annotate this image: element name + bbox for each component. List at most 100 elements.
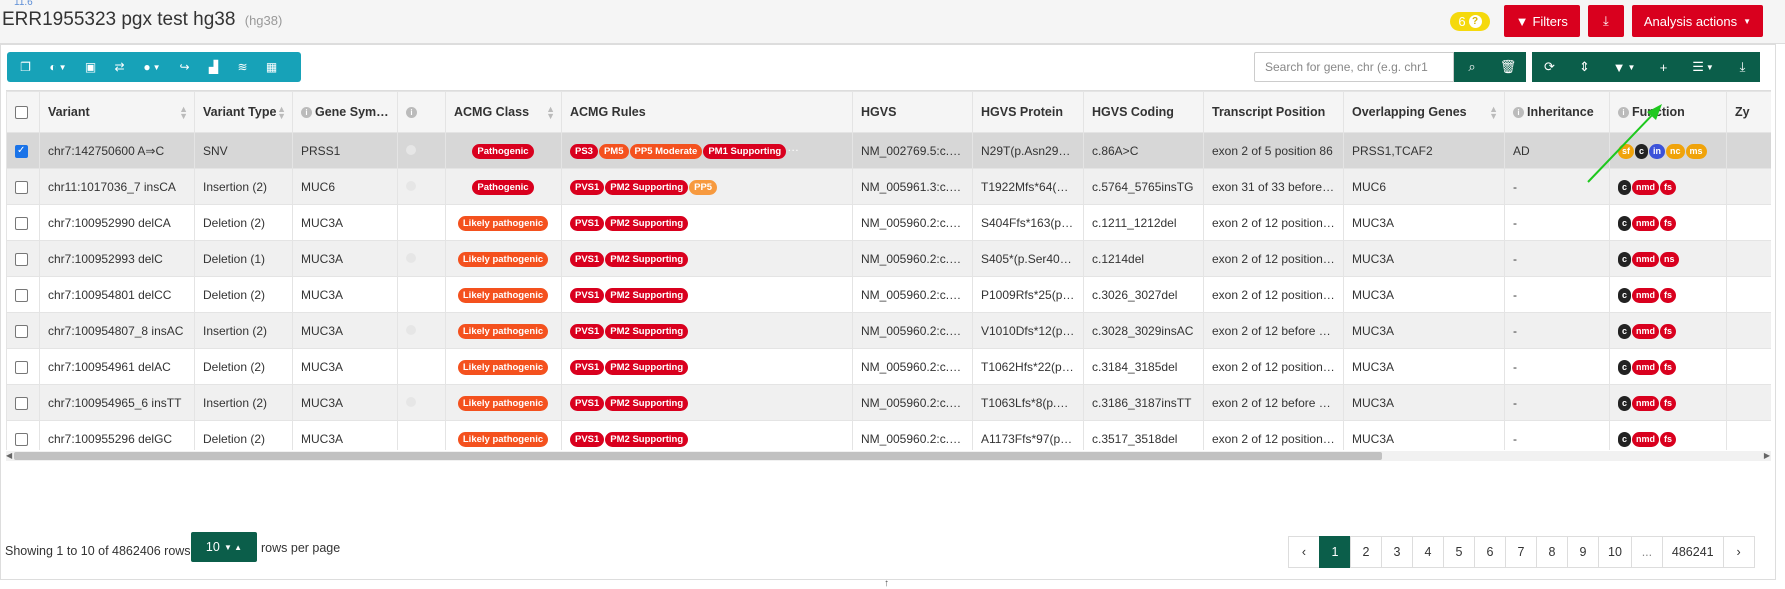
analysis-actions-button[interactable]: Analysis actions ▼	[1631, 5, 1763, 37]
col-inheritance[interactable]: i Inheritance	[1504, 91, 1610, 133]
download-button[interactable]: ⤓	[1587, 5, 1624, 37]
page-button[interactable]: 1	[1319, 536, 1351, 568]
page-button[interactable]: 7	[1505, 536, 1537, 568]
row-checkbox[interactable]	[15, 252, 28, 266]
rows-per-page-label: rows per page	[261, 541, 341, 555]
resize-handle-icon[interactable]: ↑	[884, 578, 889, 589]
select-all-cell[interactable]	[6, 91, 40, 133]
col-gene-symbol[interactable]: i Gene Symbol	[292, 91, 398, 133]
col-variant-type[interactable]: Variant Type ▲ ▼	[194, 91, 293, 133]
scroll-right-icon[interactable]: ▶	[1764, 451, 1770, 460]
col-transcript-position[interactable]: Transcript Position	[1203, 91, 1344, 133]
search-button[interactable]: ⌕	[1454, 52, 1490, 82]
row-checkbox[interactable]	[15, 288, 28, 302]
col-variant[interactable]: Variant ▲ ▼	[39, 91, 195, 133]
col-hgvs-coding[interactable]: HGVS Coding	[1083, 91, 1204, 133]
transcript-position-cell: exon 2 of 12 before position	[1203, 312, 1344, 349]
overlapping-genes-cell: MUC3A	[1343, 348, 1505, 385]
column-filter-button[interactable]: ▼ ▼	[1602, 52, 1646, 82]
gene-symbol-cell: PRSS1	[292, 132, 398, 169]
acmg-rule-badge: PVS1	[570, 179, 605, 195]
share-icon[interactable]: ↪	[170, 52, 199, 82]
info-cell	[397, 384, 446, 421]
row-select-cell[interactable]	[6, 276, 40, 313]
row-checkbox[interactable]	[15, 324, 28, 338]
db-icon[interactable]: ▣	[76, 52, 105, 82]
col-function[interactable]: i Function	[1609, 91, 1727, 133]
col-zygosity[interactable]: Zy	[1726, 91, 1771, 133]
row-select-cell[interactable]	[6, 312, 40, 349]
select-all-checkbox[interactable]	[15, 106, 28, 120]
row-select-cell[interactable]	[6, 204, 40, 241]
grid-icon[interactable]: ▦	[257, 52, 286, 82]
search-input[interactable]	[1254, 52, 1454, 82]
row-checkbox[interactable]	[15, 432, 28, 446]
page-title: ERR1955323 pgx test hg38 (hg38)	[2, 9, 282, 31]
table-row[interactable]: chr7:100954965_6 insTT Insertion (2) MUC3A…	[6, 384, 1771, 421]
table-row[interactable]: chr7:100955296 delGC Deletion (2) MUC3A Lik…	[6, 420, 1771, 450]
page-button[interactable]: 486241	[1661, 536, 1724, 568]
function-cell: c nmd fs	[1609, 384, 1727, 421]
scrollbar-thumb[interactable]	[14, 452, 1382, 460]
page-button[interactable]: 2	[1350, 536, 1382, 568]
table-row[interactable]: chr7:100954961 delAC Deletion (2) MUC3A Lik…	[6, 348, 1771, 385]
table-row[interactable]: chr7:100954807_8 insAC Insertion (2) MUC3A…	[6, 312, 1771, 349]
table-row[interactable]: chr7:100954801 delCC Deletion (2) MUC3A Lik…	[6, 276, 1771, 313]
caret-down-icon: ▼ ▲	[221, 542, 243, 552]
horizontal-scrollbar[interactable]: ◀ ▶	[6, 451, 1771, 461]
row-checkbox[interactable]	[15, 360, 28, 374]
filters-button[interactable]: ▼ Filters	[1503, 5, 1580, 37]
page-button[interactable]: 5	[1443, 536, 1475, 568]
row-checkbox[interactable]	[15, 216, 28, 230]
row-checkbox[interactable]	[15, 180, 28, 194]
row-select-cell[interactable]	[6, 240, 40, 277]
next-page-button[interactable]: ›	[1722, 536, 1755, 568]
page-button[interactable]: 10	[1598, 536, 1632, 568]
scroll-left-icon[interactable]: ◀	[6, 451, 12, 460]
comments-icon[interactable]: ● ▼	[134, 52, 170, 82]
col-hgvs-protein[interactable]: HGVS Protein	[972, 91, 1084, 133]
filter-icon: ▼	[1612, 59, 1626, 75]
col-acmg-class[interactable]: ACMG Class ▲ ▼	[445, 91, 562, 133]
page-button[interactable]: 3	[1381, 536, 1413, 568]
chart-icon[interactable]: ▟	[199, 52, 228, 82]
page-button[interactable]: 9	[1567, 536, 1599, 568]
row-checkbox[interactable]	[15, 144, 28, 158]
exchange-icon[interactable]: ⇄	[105, 52, 134, 82]
col-hgvs[interactable]: HGVS	[852, 91, 973, 133]
page-size-select[interactable]: 10 ▼ ▲	[191, 532, 257, 562]
info-icon: i	[1618, 107, 1629, 118]
sort-button[interactable]: ⇕	[1567, 52, 1602, 82]
col-acmg-rules[interactable]: ACMG Rules	[561, 91, 853, 133]
row-checkbox[interactable]	[15, 396, 28, 410]
add-button[interactable]: +	[1646, 52, 1681, 82]
signal-icon[interactable]: ≋	[228, 52, 257, 82]
row-select-cell[interactable]	[6, 168, 40, 205]
refresh-button[interactable]: ⟳	[1532, 52, 1567, 82]
table-row[interactable]: chr7:100952993 delC Deletion (1) MUC3A Like…	[6, 240, 1771, 277]
info-cell	[397, 132, 446, 169]
list-icon: ☰	[1692, 59, 1704, 74]
variant-type-cell: Deletion (2)	[194, 204, 293, 241]
page-button[interactable]: 8	[1536, 536, 1568, 568]
clear-search-button[interactable]: 🗑	[1490, 52, 1526, 82]
page-button[interactable]: 4	[1412, 536, 1444, 568]
variant-cell: chr7:100954801 delCC	[39, 276, 195, 313]
page-size-value: 10	[205, 540, 220, 554]
notification-badge[interactable]: 6 ?	[1450, 11, 1490, 31]
copy-icon[interactable]: ❐	[11, 52, 40, 82]
col-info[interactable]: i	[397, 91, 446, 133]
prev-page-button[interactable]: ‹	[1288, 536, 1320, 568]
contrast-icon[interactable]: ◐ ▼	[40, 52, 76, 82]
table-row[interactable]: chr11:1017036_7 insCA Insertion (2) MUC6 Pa…	[6, 168, 1771, 205]
row-select-cell[interactable]	[6, 348, 40, 385]
table-row[interactable]: chr7:100952990 delCA Deletion (2) MUC3A Lik…	[6, 204, 1771, 241]
row-select-cell[interactable]	[6, 132, 40, 169]
page-button[interactable]: 6	[1474, 536, 1506, 568]
row-select-cell[interactable]	[6, 420, 40, 450]
row-select-cell[interactable]	[6, 384, 40, 421]
columns-button[interactable]: ☰ ▼	[1681, 52, 1725, 82]
table-row[interactable]: chr7:142750600 A⇒CSNVPRSS1PathogenicPS3P…	[6, 132, 1771, 169]
col-overlapping-genes[interactable]: Overlapping Genes ▲ ▼	[1343, 91, 1505, 133]
export-button[interactable]: ⤓	[1725, 52, 1760, 82]
